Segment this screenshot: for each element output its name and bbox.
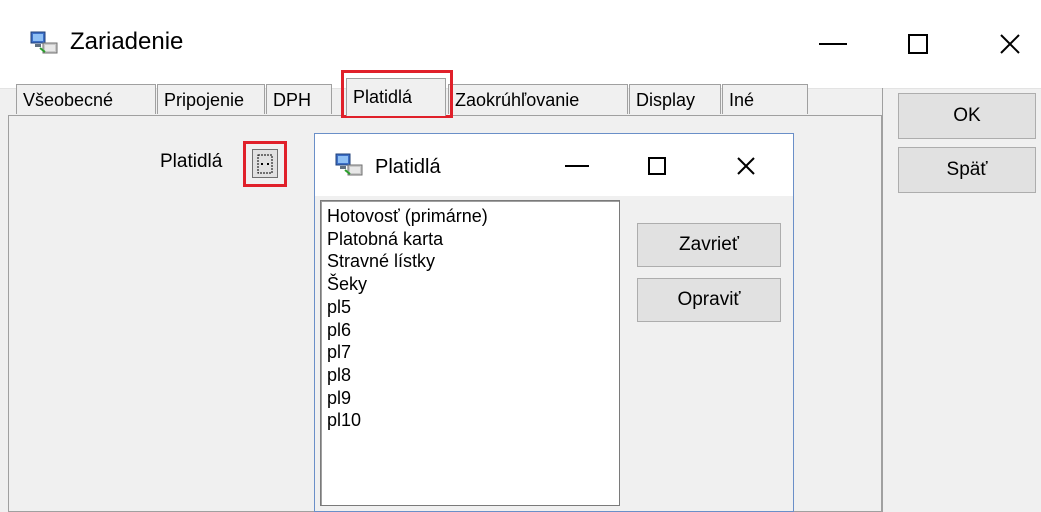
- computer-network-icon: [335, 152, 363, 178]
- ok-button[interactable]: OK: [898, 93, 1036, 139]
- tab-pripojenie[interactable]: Pripojenie: [157, 84, 265, 114]
- tab-vseobecne[interactable]: Všeobecné: [16, 84, 156, 114]
- list-item[interactable]: pl6: [327, 319, 613, 342]
- maximize-button[interactable]: [888, 14, 948, 74]
- list-item[interactable]: Šeky: [327, 273, 613, 296]
- close-dialog-button[interactable]: Zavrieť: [637, 223, 781, 267]
- back-button[interactable]: Späť: [898, 147, 1036, 193]
- list-item[interactable]: pl9: [327, 387, 613, 410]
- close-button[interactable]: [980, 14, 1040, 74]
- dialog-minimize-button[interactable]: [547, 136, 607, 196]
- tab-label: DPH: [273, 90, 312, 110]
- tab-display[interactable]: Display: [629, 84, 721, 114]
- list-item[interactable]: pl8: [327, 364, 613, 387]
- platidla-dialog: Platidlá Hotovosť (primárne) Platobná ka…: [314, 133, 794, 512]
- tab-dph[interactable]: DPH: [266, 84, 332, 114]
- list-item[interactable]: pl7: [327, 341, 613, 364]
- dialog-titlebar[interactable]: Platidlá: [315, 134, 793, 196]
- list-item[interactable]: Stravné lístky: [327, 250, 613, 273]
- dialog-maximize-button[interactable]: [627, 136, 687, 196]
- tab-ine[interactable]: Iné: [722, 84, 808, 114]
- tab-label: Všeobecné: [23, 90, 114, 110]
- minimize-icon: [819, 43, 847, 45]
- list-item[interactable]: Platobná karta: [327, 228, 613, 251]
- dialog-title: Platidlá: [375, 156, 441, 178]
- tab-platidla[interactable]: Platidlá: [346, 78, 446, 116]
- list-item[interactable]: pl5: [327, 296, 613, 319]
- main-window: Zariadenie Všeobecné Pripojenie DPH Plat…: [0, 0, 1041, 512]
- side-separator: [882, 88, 883, 512]
- tab-label: Platidlá: [353, 87, 413, 107]
- maximize-icon: [648, 157, 666, 175]
- minimize-button[interactable]: [803, 14, 863, 74]
- window-title: Zariadenie: [70, 28, 184, 55]
- tab-label: Display: [636, 90, 696, 110]
- list-item[interactable]: pl10: [327, 409, 613, 432]
- edit-button[interactable]: Opraviť: [637, 278, 781, 322]
- ellipsis-icon: [257, 154, 273, 173]
- maximize-icon: [908, 34, 928, 54]
- minimize-icon: [565, 165, 589, 167]
- ellipsis-button[interactable]: [252, 149, 278, 178]
- close-icon: [1000, 34, 1020, 54]
- list-item[interactable]: Hotovosť (primárne): [327, 205, 613, 228]
- tab-label: Pripojenie: [164, 90, 245, 110]
- tab-strip: Všeobecné Pripojenie DPH Platidlá Zaokrú…: [12, 78, 812, 116]
- close-icon: [737, 157, 755, 175]
- platidla-label: Platidlá: [160, 151, 223, 172]
- computer-network-icon: [30, 30, 58, 56]
- tab-label: Iné: [729, 90, 755, 110]
- tab-zaokruhlovanie[interactable]: Zaokrúhľovanie: [448, 84, 628, 114]
- main-titlebar[interactable]: Zariadenie: [0, 0, 1041, 89]
- tab-label: Zaokrúhľovanie: [455, 90, 580, 110]
- payment-methods-list[interactable]: Hotovosť (primárne) Platobná karta Strav…: [320, 200, 620, 506]
- dialog-close-button[interactable]: [716, 136, 776, 196]
